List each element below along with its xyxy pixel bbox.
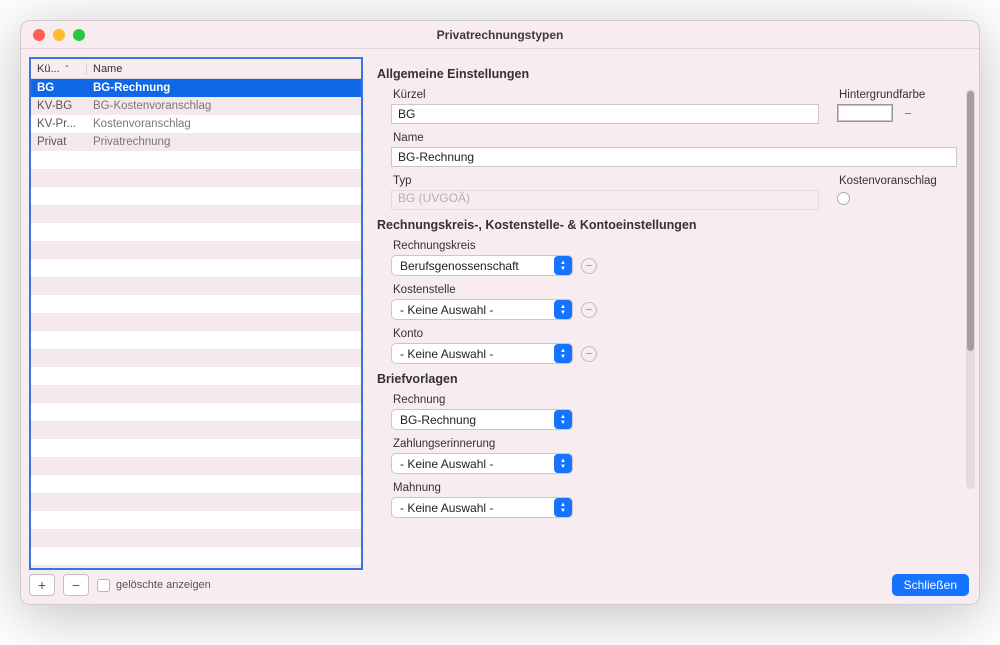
template-mahnung-label: Mahnung [391,482,957,494]
types-table[interactable]: Kü... ⌃ Name BGBG-RechnungKV-BGBG-Kosten… [29,57,363,570]
template-rechnung-label: Rechnung [391,394,957,406]
template-mahnung-select[interactable]: - Keine Auswahl - ▲▼ [391,497,573,518]
table-row[interactable] [31,187,361,205]
template-zahlungserinnerung-label: Zahlungserinnerung [391,438,957,450]
rechnungskreis-value: Berufsgenossenschaft [400,259,519,273]
table-row[interactable]: BGBG-Rechnung [31,79,361,97]
select-arrows-icon: ▲▼ [554,344,572,363]
checkbox-icon [97,579,110,592]
kostenstelle-clear-button[interactable]: − [581,302,597,318]
table-row[interactable] [31,529,361,547]
table-row[interactable] [31,331,361,349]
table-row[interactable] [31,313,361,331]
kostenstelle-select[interactable]: - Keine Auswahl - ▲▼ [391,299,573,320]
titlebar: Privatrechnungstypen [21,21,979,49]
select-arrows-icon: ▲▼ [554,300,572,319]
template-rechnung-select[interactable]: BG-Rechnung ▲▼ [391,409,573,430]
template-zahlungserinnerung-select[interactable]: - Keine Auswahl - ▲▼ [391,453,573,474]
typ-input: BG (UVGOÄ) [391,190,819,210]
section-billing-heading: Rechnungskreis-, Kostenstelle- & Kontoei… [377,218,957,232]
table-row[interactable] [31,277,361,295]
cell-kurzel: KV-BG [31,100,87,112]
table-row[interactable] [31,493,361,511]
template-rechnung-value: BG-Rechnung [400,413,476,427]
rechnungskreis-label: Rechnungskreis [391,240,957,252]
sort-ascending-icon: ⌃ [64,64,71,73]
window-title: Privatrechnungstypen [21,28,979,42]
cell-name: BG-Kostenvoranschlag [87,100,361,112]
template-zahlungserinnerung-value: - Keine Auswahl - [400,457,493,471]
table-row[interactable] [31,295,361,313]
window-zoom-button[interactable] [73,29,85,41]
column-header-kurzel-label: Kü... [37,63,60,75]
select-arrows-icon: ▲▼ [554,410,572,429]
table-row[interactable] [31,403,361,421]
konto-value: - Keine Auswahl - [400,347,493,361]
table-row[interactable] [31,457,361,475]
rechnungskreis-select[interactable]: Berufsgenossenschaft ▲▼ [391,255,573,276]
table-row[interactable]: PrivatPrivatrechnung [31,133,361,151]
table-row[interactable] [31,547,361,565]
table-row[interactable] [31,349,361,367]
close-button[interactable]: Schließen [892,574,969,596]
typ-label: Typ [391,175,819,187]
kurzel-input[interactable] [391,104,819,124]
cell-name: Kostenvoranschlag [87,118,361,130]
kostenstelle-label: Kostenstelle [391,284,957,296]
select-arrows-icon: ▲▼ [554,498,572,517]
column-header-name-label: Name [93,63,122,75]
show-deleted-checkbox[interactable]: gelöschte anzeigen [97,579,211,592]
konto-label: Konto [391,328,957,340]
kostenvoranschlag-radio[interactable] [837,190,957,205]
table-row[interactable] [31,475,361,493]
table-row[interactable]: KV-Pr...Kostenvoranschlag [31,115,361,133]
table-row[interactable]: KV-BGBG-Kostenvoranschlag [31,97,361,115]
table-row[interactable] [31,367,361,385]
table-row[interactable] [31,151,361,169]
table-row[interactable] [31,169,361,187]
kurzel-label: Kürzel [391,89,819,101]
select-arrows-icon: ▲▼ [554,454,572,473]
cell-kurzel: Privat [31,136,87,148]
kostenstelle-value: - Keine Auswahl - [400,303,493,317]
cell-name: BG-Rechnung [87,82,361,94]
name-input[interactable] [391,147,957,167]
konto-select[interactable]: - Keine Auswahl - ▲▼ [391,343,573,364]
add-button[interactable]: + [29,574,55,596]
cell-name: Privatrechnung [87,136,361,148]
select-arrows-icon: ▲▼ [554,256,572,275]
remove-button[interactable]: − [63,574,89,596]
table-row[interactable] [31,421,361,439]
column-header-kurzel[interactable]: Kü... ⌃ [31,63,87,75]
section-general-heading: Allgemeine Einstellungen [377,67,957,81]
table-row[interactable] [31,385,361,403]
show-deleted-label: gelöschte anzeigen [116,579,211,591]
table-row[interactable] [31,439,361,457]
table-row[interactable] [31,223,361,241]
table-row[interactable] [31,259,361,277]
bgcolor-label: Hintergrundfarbe [837,89,957,101]
table-row[interactable] [31,205,361,223]
window: Privatrechnungstypen Kü... ⌃ Name BGBG-R… [20,20,980,605]
section-templates-heading: Briefvorlagen [377,372,957,386]
kostenvoranschlag-label: Kostenvoranschlag [837,175,957,187]
window-minimize-button[interactable] [53,29,65,41]
table-row[interactable] [31,511,361,529]
bgcolor-clear-button[interactable]: − [899,104,917,122]
template-mahnung-value: - Keine Auswahl - [400,501,493,515]
name-label: Name [391,132,957,144]
konto-clear-button[interactable]: − [581,346,597,362]
table-row[interactable] [31,241,361,259]
column-header-name[interactable]: Name [87,63,128,75]
window-close-button[interactable] [33,29,45,41]
radio-icon [837,192,850,205]
bgcolor-well[interactable] [837,104,893,122]
cell-kurzel: BG [31,82,87,94]
table-row[interactable] [31,565,361,568]
rechnungskreis-clear-button[interactable]: − [581,258,597,274]
vertical-scrollbar[interactable] [966,89,975,489]
cell-kurzel: KV-Pr... [31,118,87,130]
